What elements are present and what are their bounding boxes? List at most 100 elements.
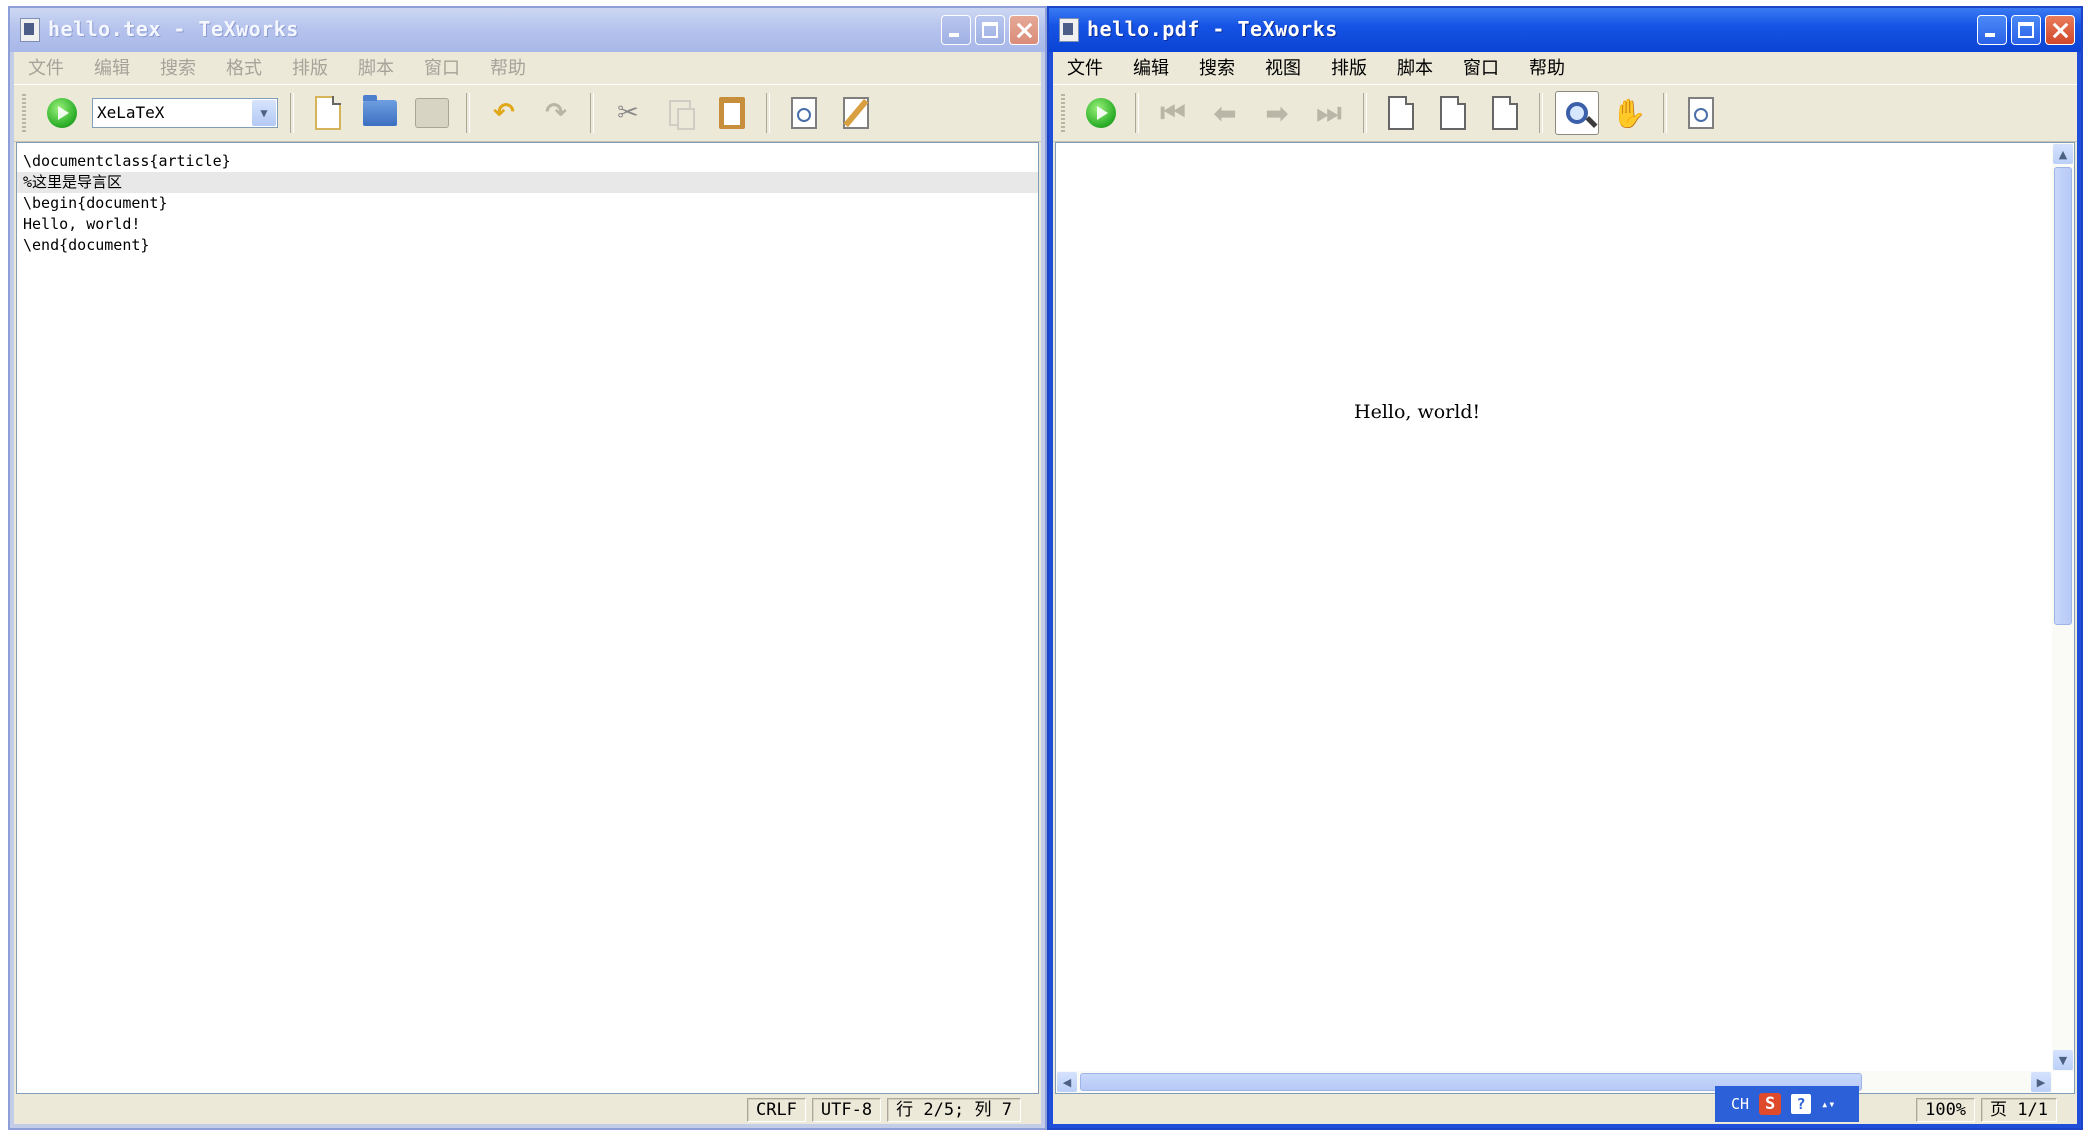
source-editor[interactable]: \documentclass{article} %这里是导言区 \begin{d… (16, 142, 1039, 1094)
first-page-icon: ⏮ (1160, 96, 1186, 129)
pdf-window[interactable]: hello.pdf - TeXworks 文件 编辑 搜索 视图 排版 脚本 窗… (1047, 6, 2083, 1130)
toolbar-separator (1539, 93, 1543, 133)
engine-value: XeLaTeX (97, 103, 165, 122)
page-status[interactable]: 页 1/1 (1981, 1098, 2057, 1122)
editor-statusbar: CRLF UTF-8 行 2/5; 列 7 (14, 1096, 1041, 1124)
line-ending-status[interactable]: CRLF (746, 1098, 806, 1122)
save-button[interactable] (410, 91, 454, 135)
toolbar-separator (1135, 93, 1139, 133)
cut-button[interactable]: ✂ (606, 91, 650, 135)
help-icon[interactable]: ? (1791, 1094, 1812, 1114)
undo-icon: ↶ (493, 98, 515, 128)
code-line-current[interactable]: %这里是导言区 (17, 172, 1038, 193)
editor-window[interactable]: hello.tex - TeXworks 文件 编辑 搜索 格式 排版 脚本 窗… (8, 6, 1047, 1130)
menu-help[interactable]: 帮助 (486, 53, 530, 81)
clipboard-icon (719, 97, 745, 129)
scroll-up-icon[interactable]: ▲ (2053, 144, 2073, 164)
toolbar-separator (590, 93, 594, 133)
menu-file[interactable]: 文件 (24, 53, 68, 81)
chevron-down-icon[interactable]: ▼ (252, 100, 276, 126)
typeset-button[interactable] (40, 91, 84, 135)
document-icon (1059, 18, 1079, 42)
vertical-scrollbar[interactable]: ▲ ▼ (2052, 143, 2074, 1071)
menu-file[interactable]: 文件 (1063, 53, 1107, 81)
pdf-toolbar: ⏮ ⬅ ➡ ⏭ ✋ (1053, 84, 2077, 142)
encoding-status[interactable]: UTF-8 (811, 1098, 882, 1122)
new-button[interactable] (306, 91, 350, 135)
find-button[interactable] (1679, 91, 1723, 135)
typeset-button[interactable] (1079, 91, 1123, 135)
find-document-icon (791, 97, 817, 129)
open-button[interactable] (358, 91, 402, 135)
first-page-button[interactable]: ⏮ (1151, 91, 1195, 135)
menu-search[interactable]: 搜索 (156, 53, 200, 81)
actual-size-button[interactable] (1379, 91, 1423, 135)
pdf-page-text: Hello, world! (1354, 401, 1481, 423)
code-line[interactable]: Hello, world! (17, 214, 1038, 235)
arrow-left-icon: ⬅ (1213, 96, 1237, 130)
last-page-button[interactable]: ⏭ (1307, 91, 1351, 135)
play-icon (47, 98, 77, 128)
code-line[interactable]: \end{document} (17, 235, 1038, 256)
menu-scripts[interactable]: 脚本 (1393, 53, 1437, 81)
page-fit-icon (1492, 96, 1518, 130)
menu-window[interactable]: 窗口 (420, 53, 464, 81)
find-button[interactable] (782, 91, 826, 135)
menu-help[interactable]: 帮助 (1525, 53, 1569, 81)
code-line[interactable]: \begin{document} (17, 193, 1038, 214)
menu-view[interactable]: 视图 (1261, 53, 1305, 81)
redo-button[interactable]: ↷ (534, 91, 578, 135)
maximize-button[interactable] (2011, 15, 2041, 45)
toolbar-separator (290, 93, 294, 133)
undo-button[interactable]: ↶ (482, 91, 526, 135)
ime-toolbar[interactable]: CH S ? ▴▾ (1715, 1086, 1859, 1122)
engine-select[interactable]: XeLaTeX ▼ (92, 98, 278, 128)
menu-search[interactable]: 搜索 (1195, 53, 1239, 81)
toolbar-grip[interactable] (22, 94, 26, 132)
editor-title: hello.tex - TeXworks (48, 17, 299, 41)
next-page-button[interactable]: ➡ (1255, 91, 1299, 135)
fit-window-button[interactable] (1483, 91, 1527, 135)
ime-options-icon[interactable]: ▴▾ (1821, 1097, 1835, 1111)
pdf-titlebar[interactable]: hello.pdf - TeXworks (1049, 8, 2081, 52)
close-button[interactable] (1009, 15, 1039, 45)
sogou-icon[interactable]: S (1759, 1093, 1782, 1115)
scroll-tool-button[interactable]: ✋ (1607, 91, 1651, 135)
ime-mode[interactable]: CH (1731, 1095, 1749, 1113)
menu-format[interactable]: 格式 (222, 53, 266, 81)
menu-typeset[interactable]: 排版 (1327, 53, 1371, 81)
magnify-tool-button[interactable] (1555, 91, 1599, 135)
toolbar-separator (1663, 93, 1667, 133)
close-button[interactable] (2045, 15, 2075, 45)
minimize-button[interactable] (941, 15, 971, 45)
editor-titlebar[interactable]: hello.tex - TeXworks (10, 8, 1045, 52)
pdf-viewport[interactable]: Hello, world! ▲ ▼ ◀ ▶ (1055, 142, 2075, 1094)
menu-typeset[interactable]: 排版 (288, 53, 332, 81)
last-page-icon: ⏭ (1316, 96, 1342, 129)
paste-button[interactable] (710, 91, 754, 135)
fit-width-button[interactable] (1431, 91, 1475, 135)
toolbar-grip[interactable] (1061, 94, 1065, 132)
scroll-left-icon[interactable]: ◀ (1057, 1072, 1077, 1092)
minimize-button[interactable] (1977, 15, 2007, 45)
scroll-right-icon[interactable]: ▶ (2031, 1072, 2051, 1092)
previous-page-button[interactable]: ⬅ (1203, 91, 1247, 135)
menu-edit[interactable]: 编辑 (90, 53, 134, 81)
maximize-button[interactable] (975, 15, 1005, 45)
toolbar-separator (766, 93, 770, 133)
scroll-down-icon[interactable]: ▼ (2053, 1050, 2073, 1070)
horizontal-scrollbar[interactable]: ◀ ▶ (1056, 1071, 2052, 1093)
redo-icon: ↷ (545, 98, 567, 128)
zoom-status[interactable]: 100% (1916, 1098, 1976, 1122)
copy-button[interactable] (658, 91, 702, 135)
code-line[interactable]: \documentclass{article} (17, 151, 1038, 172)
menu-window[interactable]: 窗口 (1459, 53, 1503, 81)
menu-scripts[interactable]: 脚本 (354, 53, 398, 81)
pdf-title: hello.pdf - TeXworks (1087, 17, 1338, 41)
toolbar-separator (466, 93, 470, 133)
vertical-scroll-thumb[interactable] (2054, 167, 2072, 625)
editor-menubar: 文件 编辑 搜索 格式 排版 脚本 窗口 帮助 (14, 52, 1041, 82)
replace-button[interactable] (834, 91, 878, 135)
page-width-icon (1440, 96, 1466, 130)
menu-edit[interactable]: 编辑 (1129, 53, 1173, 81)
